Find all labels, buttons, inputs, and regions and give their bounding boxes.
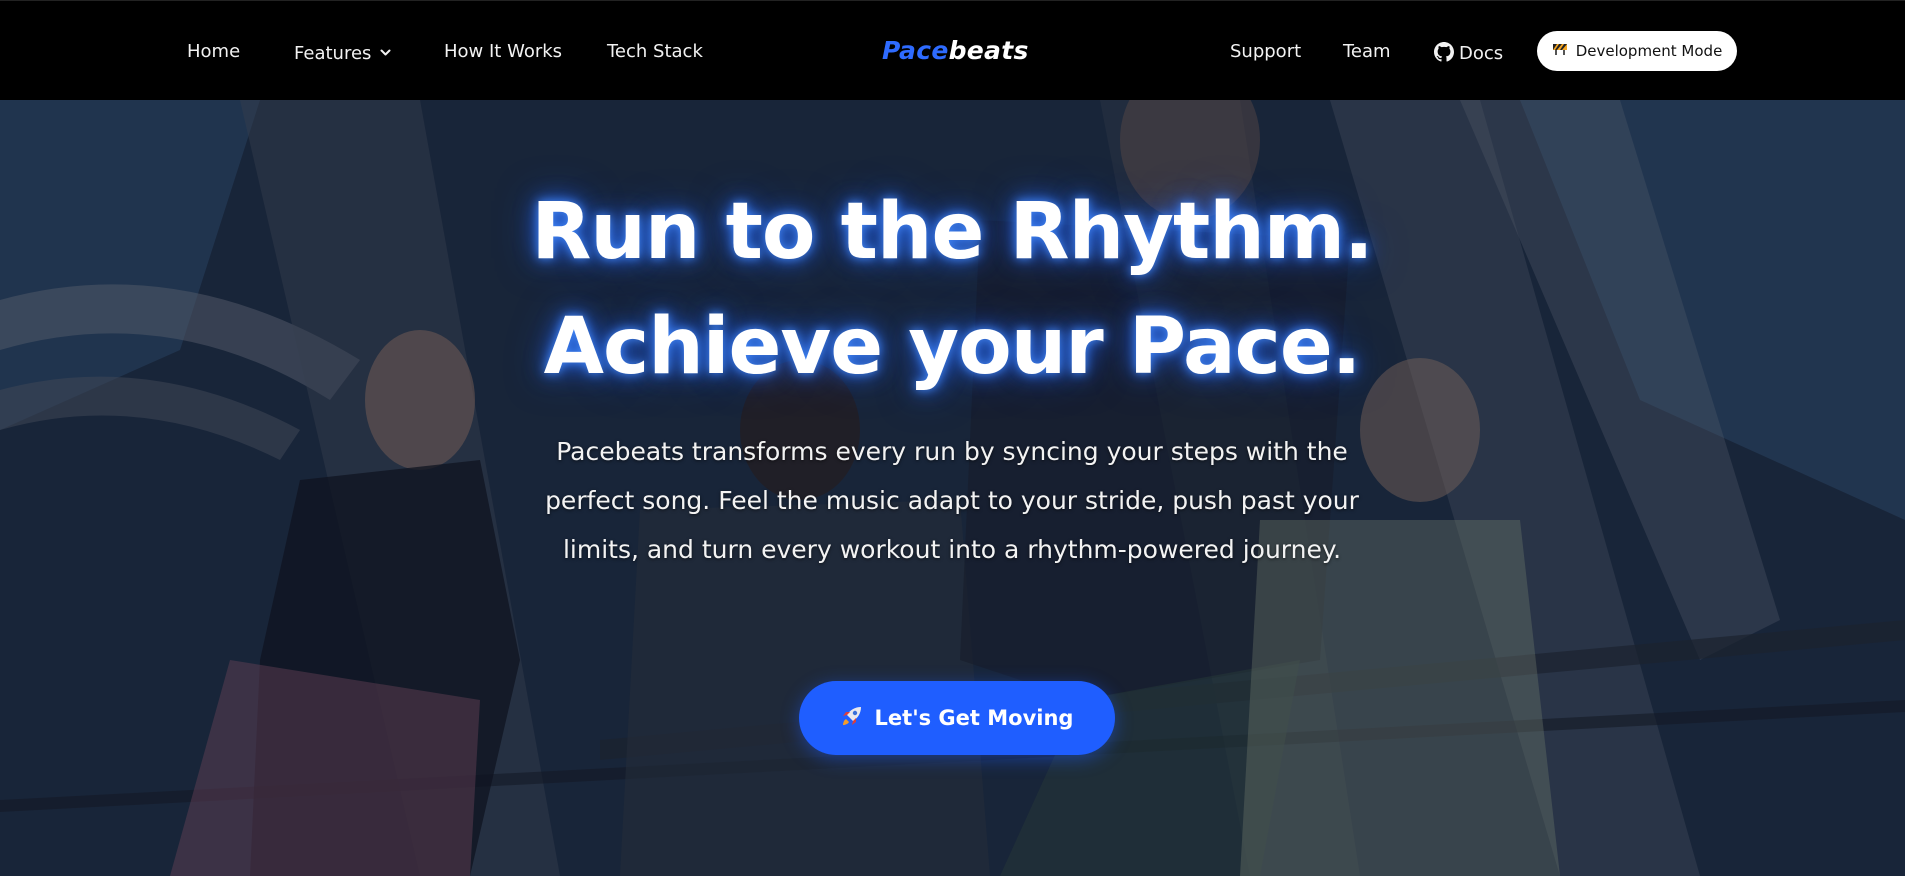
nav-support-label: Support [1230,41,1302,62]
github-icon [1434,42,1454,67]
hero-subtitle: Pacebeats transforms every run by syncin… [545,437,1359,564]
nav-docs-link[interactable]: Docs [1434,42,1503,67]
nav-home-link[interactable]: Home [187,42,240,62]
logo-part-pace: Pace [882,36,949,65]
nav-how-it-works-label: How It Works [444,41,563,62]
hero-content: Run to the Rhythm. Achieve your Pace. Pa… [0,100,1905,876]
nav-team-label: Team [1343,41,1391,62]
lets-get-moving-button[interactable]: Let's Get Moving [799,681,1115,755]
construction-icon [1552,42,1568,60]
hero-title-line1: Run to the Rhythm. [531,187,1373,277]
nav-home-label: Home [187,41,241,62]
nav-features-label: Features [294,43,372,64]
hero-title: Run to the Rhythm. Achieve your Pace. [352,175,1552,405]
nav-features-dropdown[interactable]: Features [294,42,391,64]
lets-get-moving-label: Let's Get Moving [874,706,1074,730]
nav-team-link[interactable]: Team [1343,42,1391,62]
nav-tech-stack-link[interactable]: Tech Stack [607,42,703,62]
development-mode-button[interactable]: Development Mode [1537,31,1737,71]
chevron-down-icon [380,42,391,62]
nav-tech-stack-label: Tech Stack [607,41,703,62]
nav-support-link[interactable]: Support [1230,42,1301,62]
development-mode-label: Development Mode [1575,42,1723,60]
brand-logo[interactable]: Pacebeats [882,37,1029,65]
rocket-icon [841,705,863,732]
hero-section: Run to the Rhythm. Achieve your Pace. Pa… [0,100,1905,876]
navbar: Home Features How It Works Tech Stack Pa… [0,0,1905,100]
nav-docs-label: Docs [1459,43,1504,64]
hero-title-line2: Achieve your Pace. [543,302,1362,392]
logo-part-beats: beats [948,36,1029,65]
page: Home Features How It Works Tech Stack Pa… [0,0,1905,876]
nav-how-it-works-link[interactable]: How It Works [444,42,562,62]
